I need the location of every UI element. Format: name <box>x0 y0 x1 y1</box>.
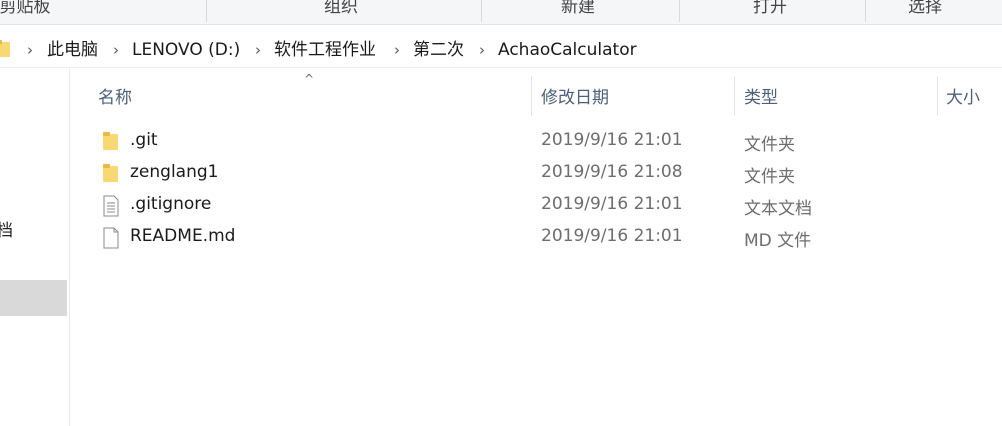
text-file-icon <box>102 195 120 221</box>
ribbon-group-clipboard[interactable]: 剪贴板 <box>0 0 60 21</box>
column-divider[interactable] <box>734 76 735 116</box>
ribbon-group-select[interactable]: 选择 <box>890 0 960 21</box>
sort-ascending-icon: ^ <box>304 72 315 86</box>
file-type: MD 文件 <box>744 231 812 251</box>
address-bar[interactable]: › 此电脑 › LENOVO (D:) › 软件工程作业 › 第二次 › Ach… <box>0 33 1002 68</box>
file-date: 2019/9/16 21:01 <box>541 226 683 246</box>
breadcrumb-chevron-icon[interactable]: › <box>27 39 33 61</box>
file-name: .gitignore <box>130 194 212 214</box>
ribbon-separator <box>679 0 680 22</box>
folder-icon <box>102 131 120 155</box>
column-header-date[interactable]: 修改日期 <box>541 86 609 112</box>
breadcrumb-chevron-icon[interactable]: › <box>255 39 261 61</box>
nav-item-label[interactable]: 档 <box>0 216 13 241</box>
breadcrumb-this-pc[interactable]: 此电脑 <box>47 39 98 61</box>
folder-icon <box>102 163 120 187</box>
ribbon-group-new[interactable]: 新建 <box>543 0 613 21</box>
column-divider[interactable] <box>531 76 532 116</box>
column-header-name[interactable]: 名称 <box>98 86 132 112</box>
file-type: 文本文档 <box>744 199 812 219</box>
nav-item-selected[interactable] <box>0 280 67 316</box>
breadcrumb-chevron-icon[interactable]: › <box>479 39 485 61</box>
file-date: 2019/9/16 21:01 <box>541 194 683 214</box>
file-name: .git <box>130 130 158 150</box>
breadcrumb-current[interactable]: AchaoCalculator <box>498 39 637 61</box>
file-type: 文件夹 <box>744 135 795 155</box>
breadcrumb-folder[interactable]: 软件工程作业 <box>274 39 376 61</box>
file-type: 文件夹 <box>744 167 795 187</box>
file-row[interactable]: README.md 2019/9/16 21:01 MD 文件 <box>98 223 998 253</box>
breadcrumb-chevron-icon[interactable]: › <box>113 39 119 61</box>
column-header-type[interactable]: 类型 <box>744 86 778 112</box>
column-header-size[interactable]: 大小 <box>946 86 980 112</box>
ribbon-group-open[interactable]: 打开 <box>735 0 805 21</box>
folder-icon <box>0 40 10 62</box>
ribbon: 剪贴板 组织 新建 打开 选择 <box>0 0 1002 25</box>
file-name: zenglang1 <box>130 162 219 182</box>
ribbon-separator <box>206 0 207 22</box>
ribbon-separator <box>865 0 866 22</box>
file-date: 2019/9/16 21:08 <box>541 162 683 182</box>
file-row[interactable]: zenglang1 2019/9/16 21:08 文件夹 <box>98 159 998 189</box>
file-row[interactable]: .git 2019/9/16 21:01 文件夹 <box>98 127 998 157</box>
navigation-pane: 档 <box>0 68 70 426</box>
breadcrumb-drive[interactable]: LENOVO (D:) <box>132 39 240 61</box>
column-divider[interactable] <box>937 76 938 116</box>
breadcrumb-chevron-icon[interactable]: › <box>394 39 400 61</box>
ribbon-group-organize[interactable]: 组织 <box>306 0 376 21</box>
ribbon-separator <box>481 0 482 22</box>
breadcrumb-folder[interactable]: 第二次 <box>413 39 464 61</box>
file-name: README.md <box>130 226 236 246</box>
file-date: 2019/9/16 21:01 <box>541 130 683 150</box>
file-row[interactable]: .gitignore 2019/9/16 21:01 文本文档 <box>98 191 998 221</box>
file-icon <box>102 227 120 253</box>
